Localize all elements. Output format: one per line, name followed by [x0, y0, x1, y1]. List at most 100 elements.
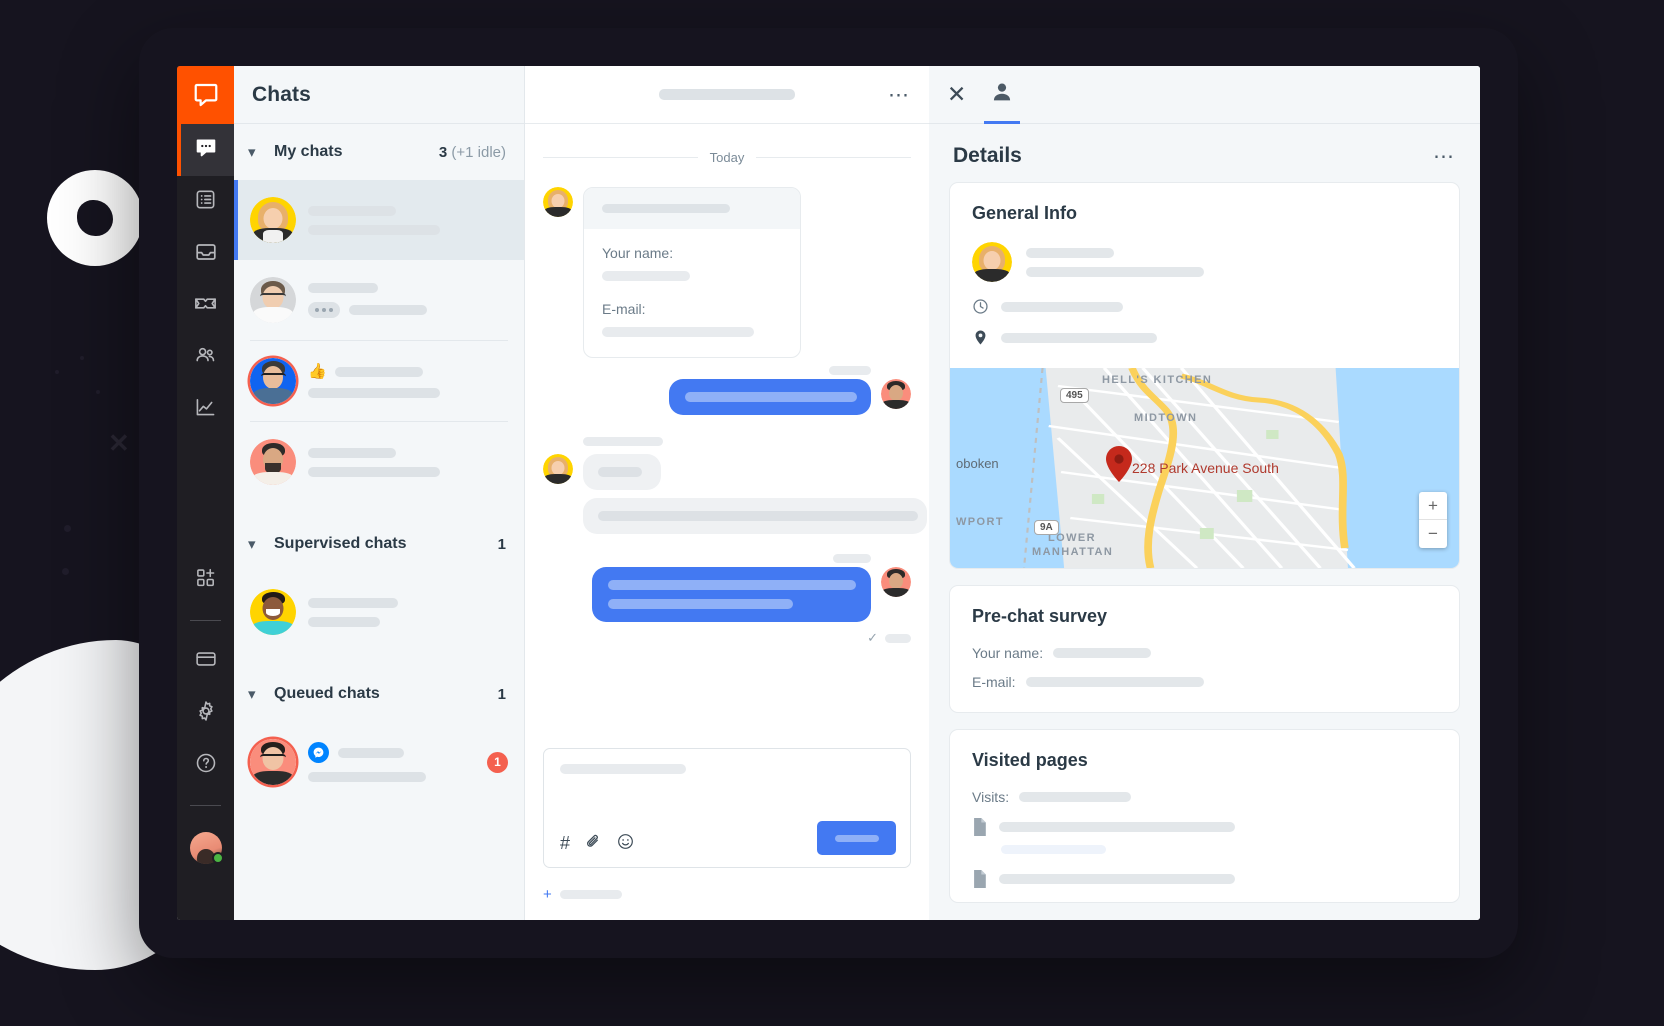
send-button[interactable] — [817, 821, 896, 855]
hash-canned-response-icon[interactable]: # — [560, 834, 570, 852]
list-item[interactable]: 👍 — [234, 341, 524, 421]
group-header-queued-chats[interactable]: ▾ Queued chats 1 — [234, 666, 524, 722]
message-incoming: Your name: E-mail: — [543, 187, 911, 358]
name-placeholder — [338, 747, 404, 758]
preview-placeholder — [308, 388, 440, 398]
location-map[interactable]: HELL'S KITCHEN MIDTOWN oboken WPORT LOWE… — [950, 368, 1459, 568]
survey-card-header — [584, 188, 800, 229]
map-label: HELL'S KITCHEN — [1102, 374, 1213, 386]
map-label: MIDTOWN — [1134, 412, 1198, 424]
list-item[interactable] — [234, 180, 524, 260]
name-placeholder — [308, 447, 396, 458]
group-count-suffix: (+1 idle) — [451, 143, 506, 161]
customer-email-placeholder — [1026, 266, 1204, 277]
day-separator: Today — [543, 150, 912, 165]
list-item-lines — [308, 282, 508, 318]
list-item[interactable] — [234, 422, 524, 502]
group-header-my-chats[interactable]: ▾ My chats 3 (+1 idle) — [234, 124, 524, 180]
status-badge — [212, 852, 224, 864]
paperclip-attachment-icon[interactable] — [586, 833, 601, 853]
tickets-icon — [193, 291, 218, 321]
map-label: oboken — [956, 456, 999, 471]
person-icon — [990, 80, 1014, 109]
message-bubble — [592, 567, 871, 622]
chats-panel: Chats ▾ My chats 3 (+1 idle) 👍 ▾ Supervi… — [234, 66, 525, 920]
more-horizontal-icon[interactable]: ⋯ — [1433, 146, 1456, 167]
list-item-lines — [308, 205, 508, 235]
sidebar-item-chats[interactable] — [177, 124, 234, 176]
list-item-lines — [308, 447, 508, 477]
road-shield: 9A — [1034, 520, 1059, 535]
avatar — [250, 358, 296, 404]
name-placeholder — [334, 366, 423, 377]
more-horizontal-icon[interactable]: ⋯ — [888, 84, 911, 105]
message-line-placeholder — [685, 392, 857, 402]
avatar — [543, 187, 573, 217]
timestamp-placeholder — [885, 633, 911, 643]
unread-count-badge: 1 — [487, 751, 508, 773]
page-title: Chats — [252, 82, 311, 106]
close-x-icon[interactable]: ✕ — [947, 83, 966, 106]
message-line-placeholder — [598, 467, 642, 477]
visited-page-item[interactable] — [972, 818, 1437, 836]
chats-bubble-icon — [194, 136, 218, 165]
archives-list-icon — [194, 188, 217, 216]
list-item[interactable] — [234, 260, 524, 340]
survey-email-value-placeholder — [602, 327, 754, 337]
sidebar-item-archives[interactable] — [177, 176, 234, 228]
group-header-supervised-chats[interactable]: ▾ Supervised chats 1 — [234, 516, 524, 572]
document-page-icon — [972, 870, 987, 888]
card-heading: Pre-chat survey — [972, 606, 1108, 626]
general-info-body: General Info — [950, 183, 1459, 368]
sidebar-item-apps[interactable] — [177, 554, 234, 606]
sidebar-item-team[interactable] — [177, 332, 234, 384]
group-count: 3 (+1 idle) — [439, 144, 506, 161]
rail-divider — [190, 805, 221, 806]
visited-page-item[interactable] — [972, 870, 1437, 888]
card-heading: General Info — [972, 203, 1078, 223]
message-composer[interactable]: # — [543, 748, 911, 868]
emoji-smiley-icon[interactable] — [617, 833, 634, 853]
message-bubble — [583, 498, 927, 534]
page-url-placeholder — [999, 874, 1235, 884]
sidebar-item-reports[interactable] — [177, 384, 234, 436]
visits-label: Visits: — [972, 789, 1010, 805]
preview-placeholder — [308, 616, 380, 627]
reports-chart-icon — [193, 395, 218, 425]
pre-chat-survey-card: Your name: E-mail: — [583, 187, 801, 358]
message-outgoing — [543, 567, 911, 622]
conversation-header: ⋯ — [525, 66, 929, 124]
tab-customer-details[interactable] — [984, 66, 1021, 124]
location-pin-icon — [972, 329, 989, 346]
day-separator-label: Today — [709, 150, 745, 165]
map-marker-label: 228 Park Avenue South — [1132, 460, 1279, 476]
list-item[interactable] — [234, 572, 524, 652]
livechat-logo-icon[interactable] — [177, 66, 234, 124]
map-zoom-in-button[interactable]: + — [1419, 492, 1447, 520]
list-item[interactable]: 1 — [234, 722, 524, 802]
clock-icon — [972, 298, 989, 315]
chevron-down-icon: ▾ — [248, 144, 256, 161]
conversation-footer[interactable]: + — [543, 887, 622, 902]
sidebar-item-settings[interactable] — [177, 687, 234, 739]
group-count: 1 — [497, 535, 506, 553]
sidebar-item-inbox[interactable] — [177, 228, 234, 280]
sidebar-item-help[interactable] — [177, 739, 234, 791]
decorative-x-mark: ✕ — [108, 428, 130, 458]
message-bubble — [669, 379, 871, 415]
decorative-dot — [80, 356, 84, 360]
customer-name-placeholder — [1026, 247, 1114, 258]
map-zoom-out-button[interactable]: − — [1419, 520, 1447, 548]
road-shield: 495 — [1060, 388, 1089, 403]
avatar — [881, 379, 911, 409]
page-meta-placeholder — [1001, 845, 1106, 854]
message-line-placeholder — [608, 580, 856, 590]
avatar — [881, 567, 911, 597]
map-zoom-controls[interactable]: + − — [1419, 492, 1447, 548]
location-row — [972, 329, 1437, 346]
message-incoming — [543, 454, 911, 490]
separator-rule — [756, 157, 912, 158]
profile-avatar-button[interactable] — [177, 820, 234, 876]
sidebar-item-billing[interactable] — [177, 635, 234, 687]
sidebar-item-tickets[interactable] — [177, 280, 234, 332]
